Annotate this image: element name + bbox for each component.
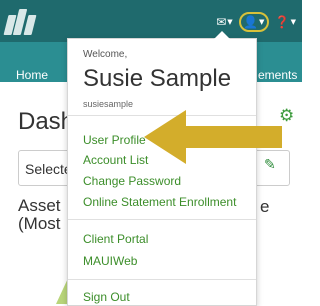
top-header-bar: ✉ ▼ 👤 ▼ ❓ ▼ xyxy=(0,0,302,42)
menu-account-list[interactable]: Account List xyxy=(83,153,148,167)
chevron-down-icon: ▼ xyxy=(258,18,265,26)
menu-sign-out[interactable]: Sign Out xyxy=(83,290,130,304)
menu-change-password[interactable]: Change Password xyxy=(83,174,181,188)
nav-home-link[interactable]: Home xyxy=(16,68,48,82)
person-icon: 👤 xyxy=(242,15,258,29)
welcome-label: Welcome, xyxy=(83,49,128,60)
menu-divider xyxy=(68,219,256,220)
menu-divider xyxy=(68,279,256,280)
nav-statements-link[interactable]: ements xyxy=(258,68,297,82)
username-label: susiesample xyxy=(83,99,134,109)
page-title: Dash xyxy=(18,108,75,135)
menu-online-statement-enrollment[interactable]: Online Statement Enrollment xyxy=(83,195,236,209)
menu-client-portal[interactable]: Client Portal xyxy=(83,232,148,246)
envelope-icon: ✉ xyxy=(216,15,227,29)
chevron-down-icon: ▼ xyxy=(290,18,296,26)
menu-mauiweb[interactable]: MAUIWeb xyxy=(83,254,137,268)
annotation-arrow-icon xyxy=(144,110,282,164)
user-menu-button[interactable]: 👤 ▼ xyxy=(238,12,269,32)
arrow-shape xyxy=(144,110,282,164)
user-full-name: Susie Sample xyxy=(83,65,232,92)
asset-title-trailing: e xyxy=(260,197,270,216)
user-dropdown-menu: Welcome, Susie Sample susiesample User P… xyxy=(67,31,257,306)
chevron-down-icon: ▼ xyxy=(227,18,233,26)
help-menu-button[interactable]: ❓ ▼ xyxy=(275,15,296,29)
brand-logo[interactable] xyxy=(3,9,44,35)
header-icons: ✉ ▼ 👤 ▼ ❓ ▼ xyxy=(216,12,296,32)
select-value: Selecte xyxy=(25,161,72,177)
question-icon: ❓ xyxy=(274,15,290,29)
menu-user-profile[interactable]: User Profile xyxy=(83,133,146,147)
mail-menu-button[interactable]: ✉ ▼ xyxy=(216,15,232,29)
